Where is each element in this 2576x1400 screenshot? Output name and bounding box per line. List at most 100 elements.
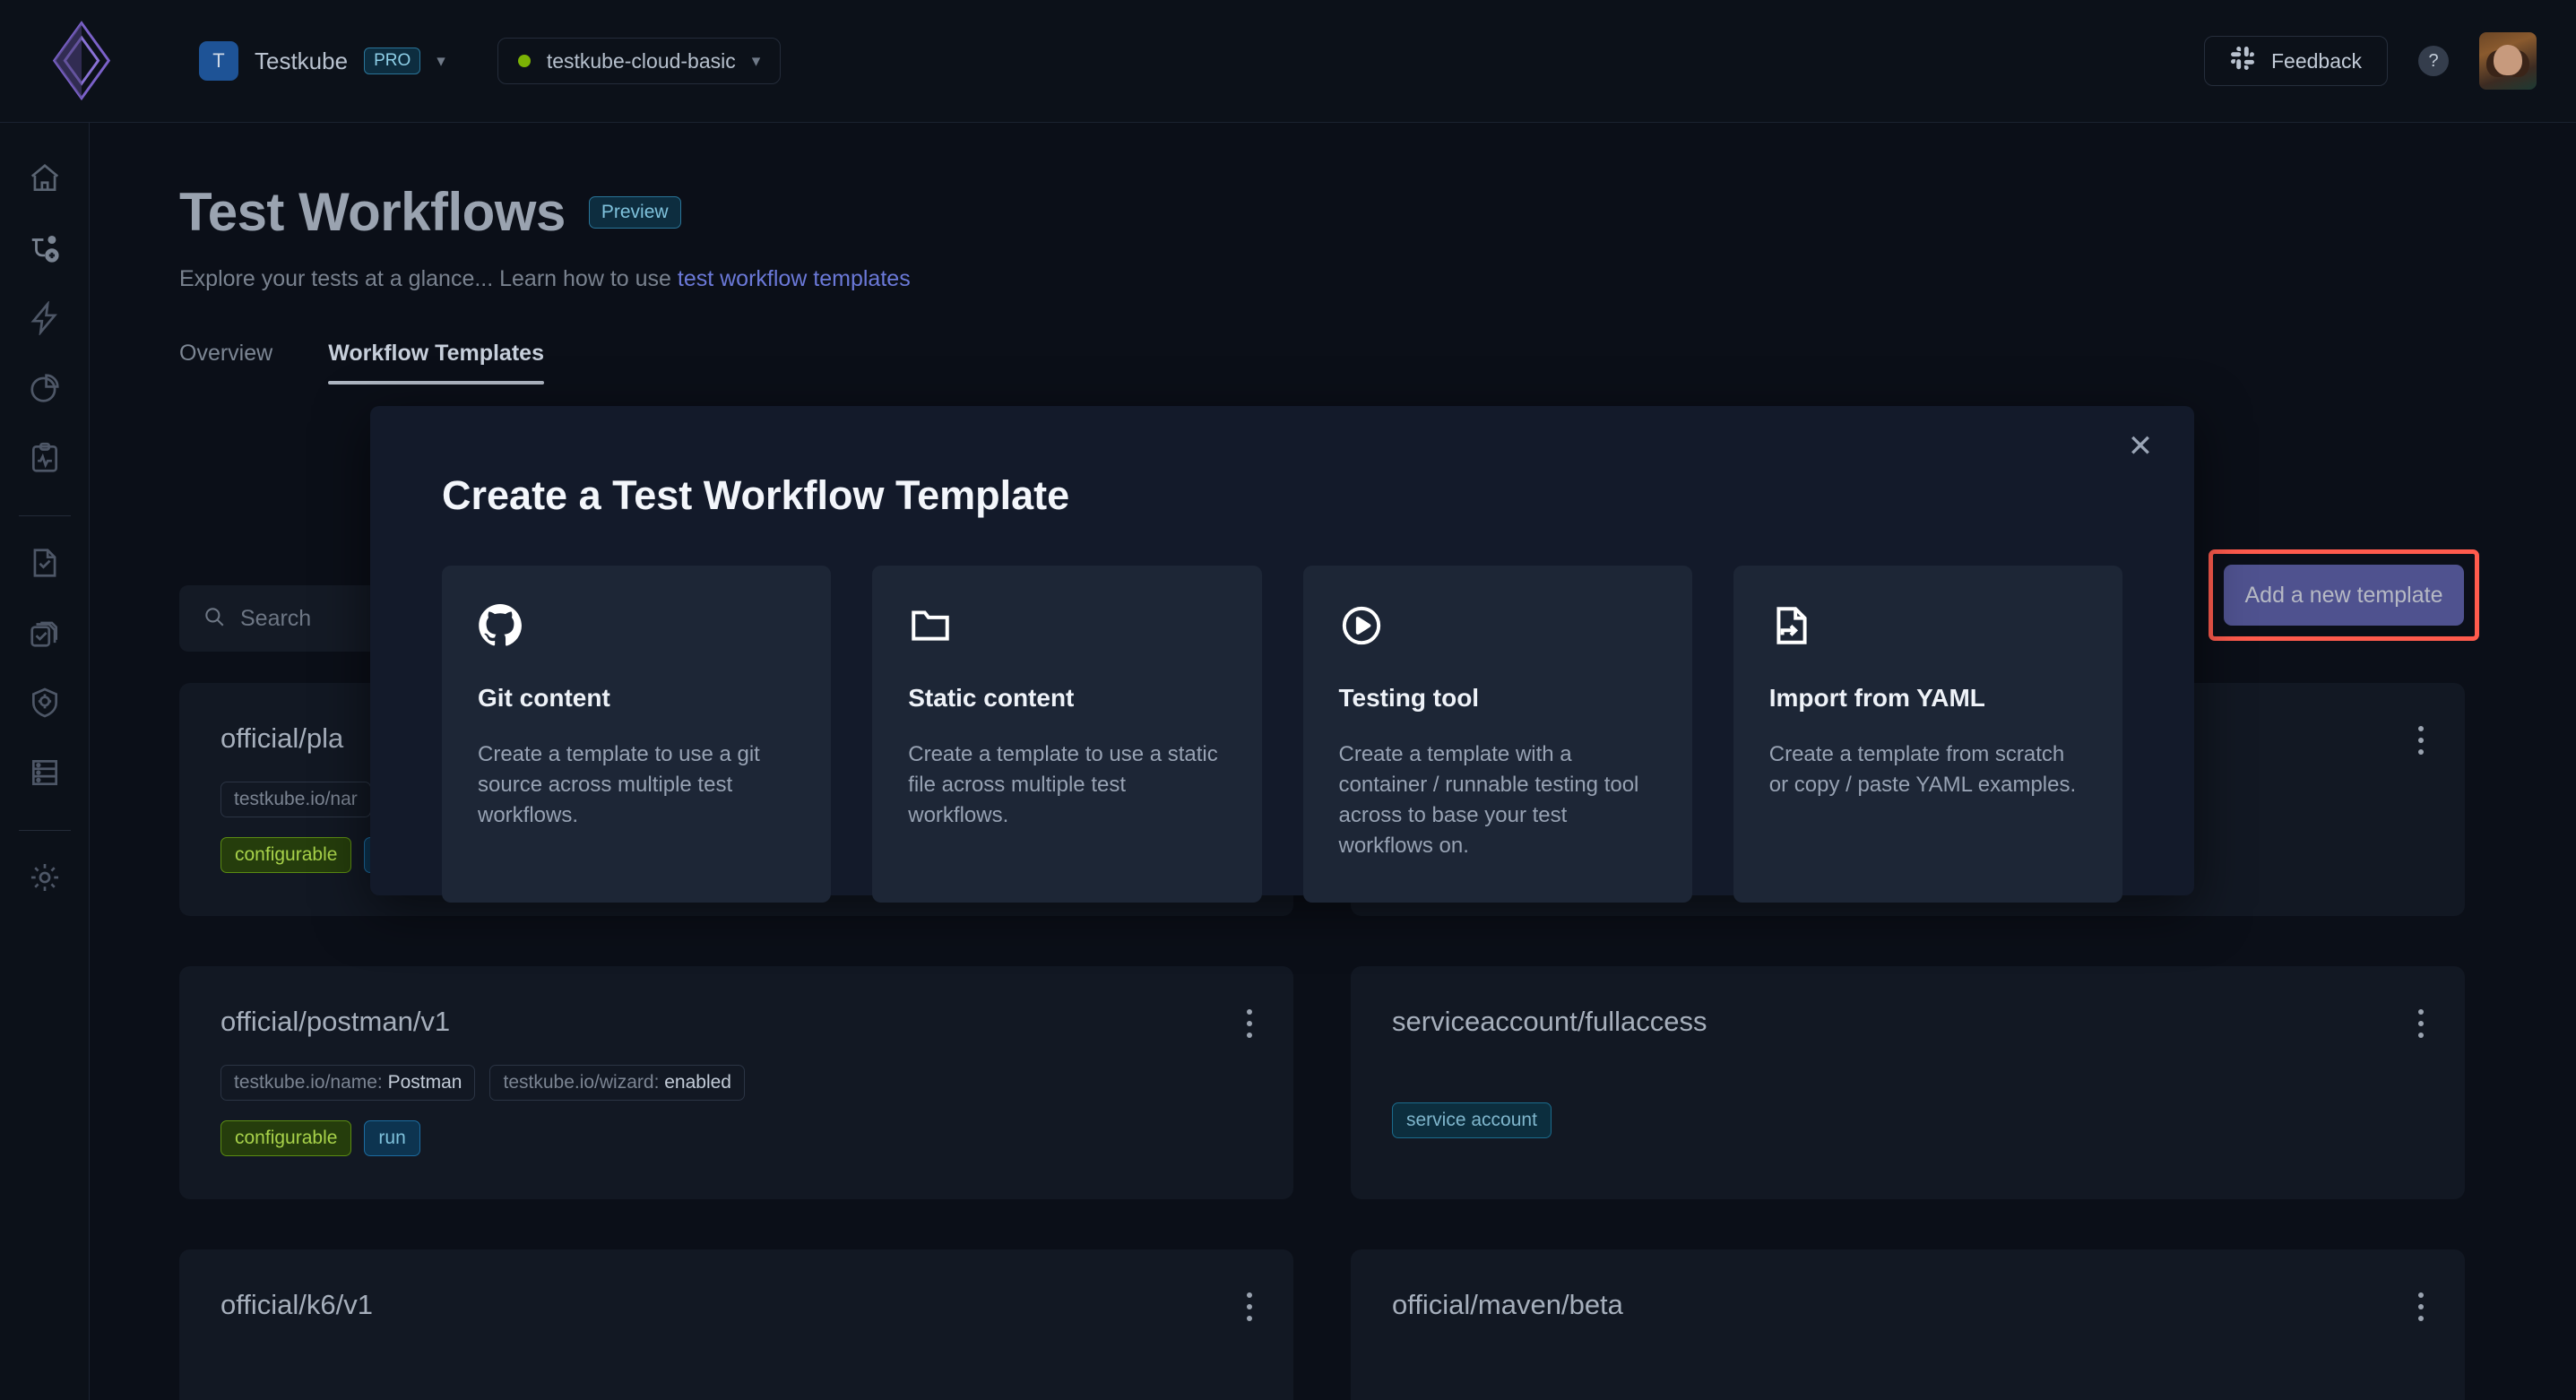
template-badges: configurable run <box>220 1120 1252 1156</box>
sidebar-divider <box>19 830 71 831</box>
template-card[interactable]: serviceaccount/fullaccess service accoun… <box>1351 966 2465 1199</box>
github-icon <box>478 603 795 659</box>
test-workflow-templates-link[interactable]: test workflow templates <box>678 266 911 291</box>
tab-overview[interactable]: Overview <box>179 341 272 385</box>
files-check-icon <box>28 616 62 654</box>
option-description: Create a template with a container / run… <box>1339 739 1656 861</box>
template-card[interactable]: official/maven/beta <box>1351 1249 2465 1400</box>
lightning-bolt-icon <box>28 301 62 340</box>
org-name: Testkube <box>255 48 348 75</box>
environment-selector[interactable]: testkube-cloud-basic ▾ <box>497 38 782 84</box>
search-placeholder: Search <box>240 606 311 632</box>
tag-key: testkube.io/nar <box>234 789 358 809</box>
chevron-down-icon[interactable]: ▾ <box>752 51 761 72</box>
template-row: official/k6/v1 official/maven/beta <box>179 1249 2465 1400</box>
gear-icon <box>28 860 62 899</box>
avatar[interactable] <box>2479 32 2537 90</box>
topbar-actions: Feedback ? <box>2204 32 2537 90</box>
sidebar-item-settings[interactable] <box>16 851 73 908</box>
template-row: official/postman/v1 testkube.io/name: Po… <box>179 966 2465 1199</box>
testkube-diamond-logo-icon[interactable] <box>50 21 113 101</box>
option-title: Git content <box>478 684 795 713</box>
template-tags: testkube.io/name: Postman testkube.io/wi… <box>220 1065 1252 1101</box>
sidebar-item-add-test-workflow[interactable] <box>16 221 73 279</box>
template-type-options: Git content Create a template to use a g… <box>442 566 2122 903</box>
sidebar-item-home[interactable] <box>16 151 73 209</box>
template-badge: run <box>364 1120 419 1156</box>
left-sidebar <box>0 123 90 1400</box>
template-badge: configurable <box>220 1120 351 1156</box>
tag-value: Postman <box>388 1072 462 1093</box>
modal-title: Create a Test Workflow Template <box>442 472 2194 519</box>
app-root: T Testkube PRO ▾ testkube-cloud-basic ▾ <box>0 0 2576 1400</box>
status-dot-icon <box>518 55 531 67</box>
shield-gear-icon <box>28 686 62 724</box>
preview-badge: Preview <box>589 196 681 229</box>
tab-workflow-templates[interactable]: Workflow Templates <box>328 341 544 385</box>
option-static-content[interactable]: Static content Create a template to use … <box>872 566 1261 903</box>
option-testing-tool[interactable]: Testing tool Create a template with a co… <box>1303 566 1692 903</box>
sidebar-item-status[interactable] <box>16 361 73 419</box>
tag-value: enabled <box>664 1072 731 1093</box>
file-check-icon <box>28 546 62 584</box>
template-badges: service account <box>1392 1102 2424 1138</box>
plan-badge: PRO <box>364 48 420 74</box>
sidebar-item-health[interactable] <box>16 431 73 488</box>
option-git-content[interactable]: Git content Create a template to use a g… <box>442 566 831 903</box>
clipboard-pulse-icon <box>28 441 62 480</box>
template-name: serviceaccount/fullaccess <box>1392 1006 2424 1038</box>
tag-key: testkube.io/name: <box>234 1072 383 1093</box>
sidebar-divider <box>19 515 71 516</box>
close-icon[interactable]: ✕ <box>2122 428 2159 465</box>
template-badge: service account <box>1392 1102 1552 1138</box>
page-subtitle: Explore your tests at a glance... Learn … <box>179 266 2576 292</box>
organization-selector[interactable]: T Testkube PRO ▾ <box>199 41 445 81</box>
sidebar-item-test-suites[interactable] <box>16 606 73 663</box>
pie-chart-icon <box>28 371 62 410</box>
option-title: Static content <box>908 684 1225 713</box>
play-circle-icon <box>1339 603 1656 659</box>
add-template-highlight: Add a new template <box>2209 549 2479 641</box>
help-icon[interactable]: ? <box>2418 46 2449 76</box>
tab-bar: Overview Workflow Templates <box>179 341 2576 385</box>
feedback-button[interactable]: Feedback <box>2204 36 2388 86</box>
file-import-icon <box>1769 603 2087 659</box>
template-card[interactable]: official/postman/v1 testkube.io/name: Po… <box>179 966 1293 1199</box>
template-tag: testkube.io/name: Postman <box>220 1065 475 1101</box>
sidebar-item-executors[interactable] <box>16 746 73 803</box>
top-bar: T Testkube PRO ▾ testkube-cloud-basic ▾ <box>0 0 2576 123</box>
search-icon <box>203 605 226 633</box>
template-tag: testkube.io/nar <box>220 782 371 817</box>
page-header: Test Workflows Preview <box>179 181 2576 243</box>
option-description: Create a template to use a static file a… <box>908 739 1225 831</box>
sidebar-item-sources[interactable] <box>16 676 73 733</box>
sidebar-item-tests[interactable] <box>16 536 73 593</box>
template-menu-icon[interactable] <box>1247 1009 1252 1038</box>
template-tag: testkube.io/wizard: enabled <box>489 1065 745 1101</box>
subtitle-text: Explore your tests at a glance... Learn … <box>179 266 678 291</box>
add-new-template-button[interactable]: Add a new template <box>2224 565 2464 626</box>
template-menu-icon[interactable] <box>2418 1292 2424 1321</box>
option-import-from-yaml[interactable]: Import from YAML Create a template from … <box>1733 566 2122 903</box>
folder-icon <box>908 603 1225 659</box>
template-menu-icon[interactable] <box>2418 1009 2424 1038</box>
option-description: Create a template to use a git source ac… <box>478 739 795 831</box>
chevron-down-icon[interactable]: ▾ <box>437 51 445 72</box>
server-icon <box>28 756 62 794</box>
feedback-label: Feedback <box>2271 49 2362 73</box>
tag-key: testkube.io/wizard: <box>503 1072 659 1093</box>
option-description: Create a template from scratch or copy /… <box>1769 739 2087 800</box>
template-menu-icon[interactable] <box>2418 726 2424 755</box>
environment-name: testkube-cloud-basic <box>547 49 736 73</box>
option-title: Import from YAML <box>1769 684 2087 713</box>
org-avatar: T <box>199 41 238 81</box>
slack-icon <box>2230 46 2255 76</box>
sidebar-item-triggers[interactable] <box>16 291 73 349</box>
template-badge: configurable <box>220 837 351 873</box>
home-icon <box>28 161 62 200</box>
template-name: official/maven/beta <box>1392 1289 2424 1321</box>
template-card[interactable]: official/k6/v1 <box>179 1249 1293 1400</box>
option-title: Testing tool <box>1339 684 1656 713</box>
page-title: Test Workflows <box>179 181 566 243</box>
template-menu-icon[interactable] <box>1247 1292 1252 1321</box>
